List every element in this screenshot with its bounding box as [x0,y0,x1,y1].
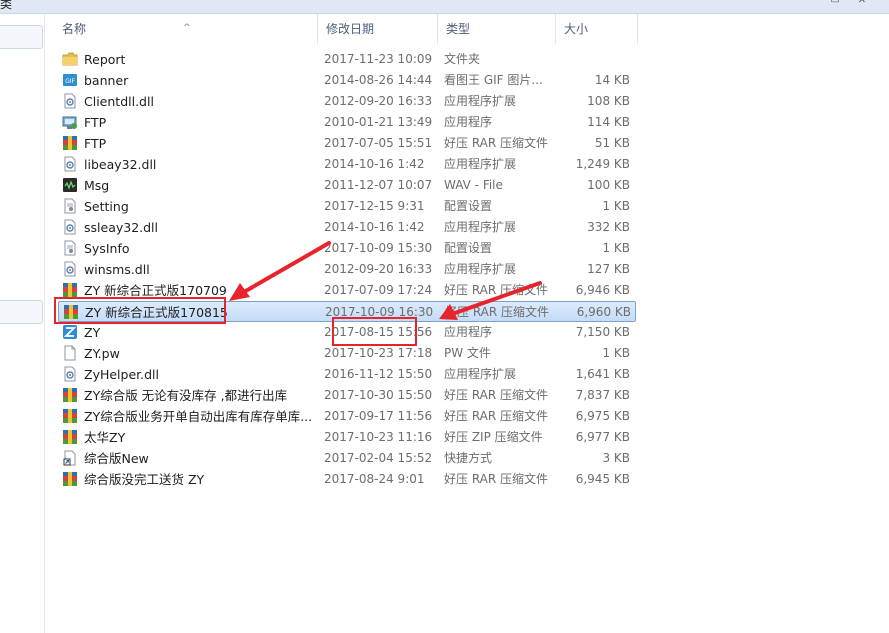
arrow-to-date [439,281,542,320]
annotation-arrows [229,241,542,320]
arrow-to-filename [229,241,331,301]
